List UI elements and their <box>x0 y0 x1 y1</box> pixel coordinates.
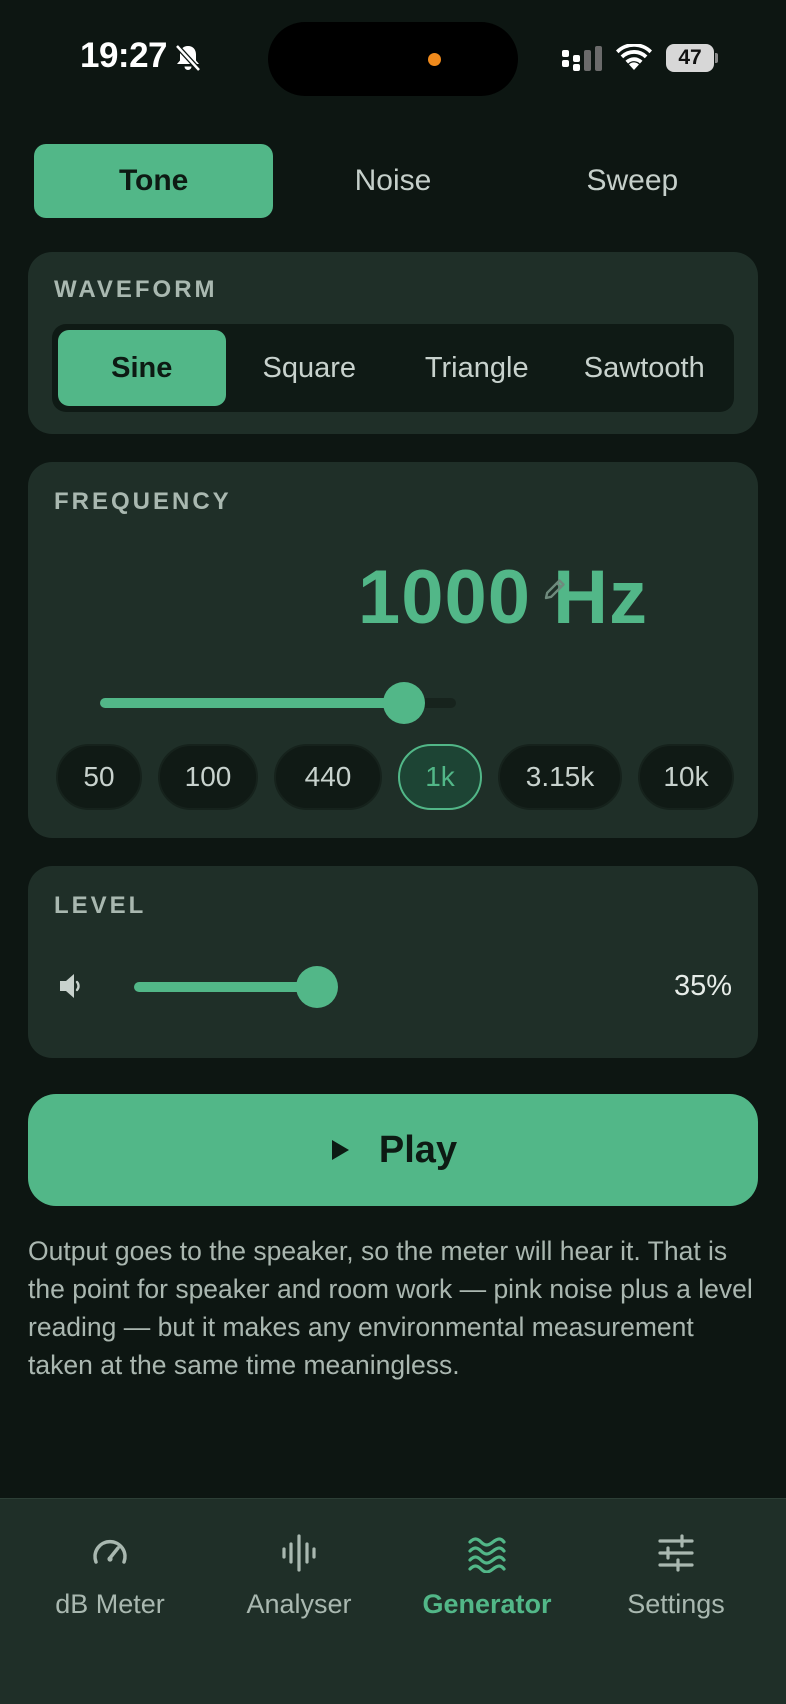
output-note: Output goes to the speaker, so the meter… <box>28 1236 753 1380</box>
wifi-icon <box>616 44 652 70</box>
frequency-title: FREQUENCY <box>54 488 232 515</box>
privacy-indicator-dot <box>428 53 441 66</box>
tabbar-item-settings[interactable]: Settings <box>581 1533 771 1620</box>
waveform-triangle[interactable]: Triangle <box>393 330 561 406</box>
waveform-square[interactable]: Square <box>226 330 394 406</box>
tabbar-label-generator: Generator <box>422 1589 552 1619</box>
status-bar: 19:27 47 <box>0 0 786 120</box>
tabbar-label-db-meter: dB Meter <box>55 1589 165 1619</box>
level-slider-thumb[interactable] <box>296 966 338 1008</box>
preset-1k[interactable]: 1k <box>398 744 482 810</box>
battery-indicator: 47 <box>666 44 718 72</box>
cellular-signal-icon <box>562 46 602 71</box>
frequency-presets: 50 100 440 1k 3.15k 10k <box>56 744 734 810</box>
frequency-slider[interactable] <box>100 680 456 724</box>
level-slider-fill <box>134 982 317 992</box>
play-button[interactable]: Play <box>28 1094 758 1206</box>
frequency-slider-thumb[interactable] <box>383 682 425 724</box>
tabbar-label-analyser: Analyser <box>246 1589 352 1619</box>
edit-pencil-icon[interactable] <box>540 574 570 604</box>
preset-3-15k[interactable]: 3.15k <box>498 744 622 810</box>
tab-tone[interactable]: Tone <box>34 144 274 218</box>
gauge-icon <box>93 1539 127 1564</box>
sliders-icon <box>658 1534 694 1572</box>
waveform-sine[interactable]: Sine <box>58 330 226 406</box>
tabbar-item-db-meter[interactable]: dB Meter <box>15 1533 205 1620</box>
tabbar-item-analyser[interactable]: Analyser <box>204 1533 394 1620</box>
waveform-title: WAVEFORM <box>54 276 218 303</box>
level-title: LEVEL <box>54 892 147 919</box>
waves-icon <box>468 1537 506 1573</box>
waveform-sawtooth[interactable]: Sawtooth <box>561 330 729 406</box>
preset-50[interactable]: 50 <box>56 744 142 810</box>
play-icon <box>331 1140 349 1160</box>
preset-440[interactable]: 440 <box>274 744 382 810</box>
waveform-card: WAVEFORM Sine Square Triangle Sawtooth <box>28 252 758 434</box>
mode-tabs: Tone Noise Sweep <box>34 144 752 218</box>
tab-noise[interactable]: Noise <box>273 144 512 218</box>
level-card: LEVEL 35% <box>28 866 758 1058</box>
tabbar-item-generator[interactable]: Generator <box>392 1533 582 1620</box>
silent-bell-icon <box>175 44 201 72</box>
waveform-bars-icon <box>282 1534 316 1572</box>
tab-sweep[interactable]: Sweep <box>513 144 752 218</box>
waveform-selector: Sine Square Triangle Sawtooth <box>52 324 734 412</box>
frequency-slider-fill <box>100 698 404 708</box>
level-slider[interactable] <box>134 964 356 1008</box>
battery-tip <box>715 53 718 63</box>
dynamic-island <box>268 22 518 96</box>
preset-10k[interactable]: 10k <box>638 744 734 810</box>
play-label: Play <box>378 1128 458 1171</box>
tabbar-label-settings: Settings <box>627 1589 725 1619</box>
status-time: 19:27 <box>80 36 168 75</box>
bottom-tab-bar: dB Meter Analyser Generator Settings <box>0 1498 786 1704</box>
preset-100[interactable]: 100 <box>158 744 258 810</box>
level-percent: 35% <box>673 970 732 1002</box>
battery-level: 47 <box>666 44 714 72</box>
frequency-card: FREQUENCY 1000 Hz 50 100 440 1k 3.15k 10… <box>28 462 758 838</box>
speaker-icon <box>60 974 80 998</box>
